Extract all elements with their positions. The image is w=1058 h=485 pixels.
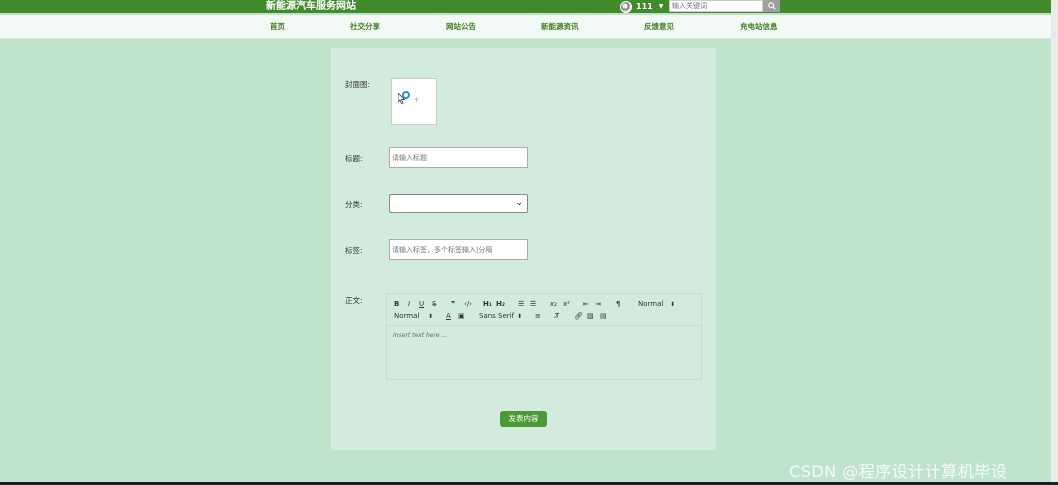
tags-label: 标签: — [345, 246, 363, 255]
nav-item-news[interactable]: 新能源资讯 — [541, 15, 579, 39]
nav-item-feedback[interactable]: 反馈意见 — [644, 15, 674, 39]
tags-input[interactable] — [389, 239, 528, 260]
subscript-icon[interactable]: x₂ — [550, 300, 557, 309]
title-input[interactable] — [389, 147, 528, 168]
top-header-bar — [0, 0, 1058, 13]
chevron-down-icon: ⌄ — [515, 198, 523, 208]
superscript-icon[interactable]: x² — [563, 300, 570, 309]
underline-icon[interactable]: U — [419, 300, 424, 309]
outdent-icon[interactable]: ⇤ — [583, 300, 589, 309]
chevron-updown-icon[interactable]: ⬍ — [428, 312, 433, 321]
chevron-updown-icon[interactable]: ⬍ — [517, 312, 522, 321]
site-title[interactable]: 新能源汽车服务网站 — [266, 0, 356, 13]
category-select[interactable]: ⌄ — [389, 194, 528, 213]
size-select[interactable]: Normal — [394, 312, 419, 321]
strike-icon[interactable]: S̶ — [432, 300, 436, 309]
nav-item-announcements[interactable]: 网站公告 — [446, 15, 476, 39]
ordered-list-icon[interactable]: ☰ — [518, 300, 524, 309]
image-icon[interactable]: ▨ — [587, 312, 594, 321]
blockquote-icon[interactable]: ❞ — [451, 300, 455, 309]
submit-button[interactable]: 发表内容 — [500, 411, 547, 427]
category-label: 分类: — [345, 200, 363, 209]
heading2-icon[interactable]: H₂ — [496, 300, 505, 309]
font-select[interactable]: Sans Serif — [479, 312, 514, 321]
plus-icon: + — [413, 95, 420, 104]
scrollbar[interactable] — [1051, 0, 1058, 485]
font-select-value: Sans Serif — [479, 312, 515, 320]
indent-icon[interactable]: ⇥ — [595, 300, 601, 309]
cover-upload[interactable]: + — [391, 78, 437, 125]
italic-icon[interactable]: I — [408, 300, 410, 309]
nav-item-charging-stations[interactable]: 充电站信息 — [740, 15, 778, 39]
header-select-value: Normal — [638, 300, 664, 308]
clear-format-icon[interactable]: T̸ — [555, 312, 559, 321]
caret-down-icon[interactable]: ▼ — [659, 3, 664, 10]
bullet-list-icon[interactable]: ☰ — [530, 300, 536, 309]
avatar[interactable] — [620, 0, 632, 13]
title-label: 标题: — [345, 154, 363, 163]
body-label: 正文: — [345, 296, 363, 305]
editor-placeholder[interactable]: Insert text here ... — [393, 332, 447, 339]
align-icon[interactable]: ≡ — [535, 312, 541, 321]
header-select[interactable]: Normal — [638, 300, 663, 309]
main-nav: 首页 社交分享 网站公告 新能源资讯 反馈意见 充电站信息 — [0, 15, 1058, 39]
cover-label: 封面图: — [345, 80, 371, 89]
link-icon[interactable]: 🔗︎ — [574, 312, 583, 321]
size-select-value: Normal — [394, 312, 420, 320]
search-icon — [767, 2, 776, 10]
user-menu[interactable]: 111 ▼ — [620, 0, 663, 13]
background-color-icon[interactable]: ▣ — [458, 312, 465, 321]
rich-text-editor: B I U S̶ ❞ ‹/› H₁ H₂ ☰ ☰ x₂ x² ⇤ ⇥ ¶ Nor… — [386, 293, 702, 380]
font-color-icon[interactable]: A — [446, 312, 451, 321]
editor-toolbar: B I U S̶ ❞ ‹/› H₁ H₂ ☰ ☰ x₂ x² ⇤ ⇥ ¶ Nor… — [387, 294, 701, 326]
chevron-updown-icon[interactable]: ⬍ — [670, 300, 675, 309]
search-button[interactable] — [763, 0, 780, 12]
heading1-icon[interactable]: H₁ — [483, 300, 492, 309]
video-icon[interactable]: ▤ — [600, 312, 607, 321]
code-icon[interactable]: ‹/› — [464, 300, 472, 309]
bold-icon[interactable]: B — [394, 300, 399, 309]
username[interactable]: 111 — [636, 2, 653, 11]
watermark: CSDN @程序设计计算机毕设 — [789, 462, 1008, 481]
search-input[interactable] — [669, 0, 763, 12]
cursor-icon — [398, 93, 405, 104]
nav-item-home[interactable]: 首页 — [270, 15, 285, 39]
nav-item-social-share[interactable]: 社交分享 — [350, 15, 380, 39]
text-direction-icon[interactable]: ¶ — [616, 300, 620, 309]
